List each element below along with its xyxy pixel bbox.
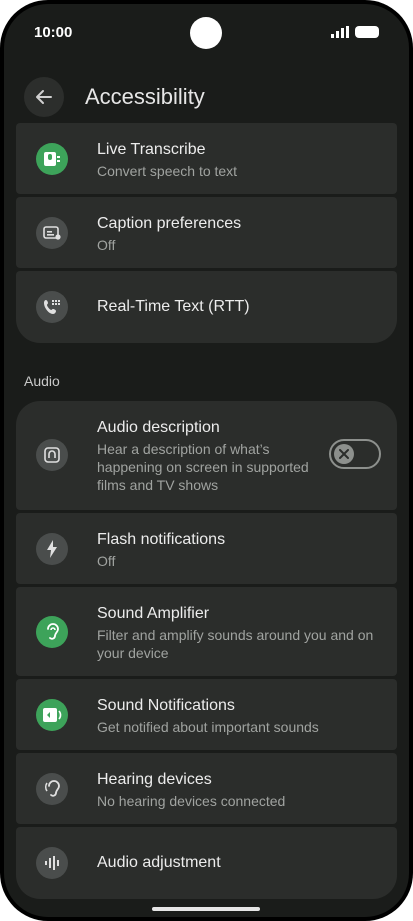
row-title: Flash notifications [97, 531, 226, 548]
status-bar: 10:00 [4, 4, 409, 64]
gesture-navigation-bar[interactable] [152, 907, 260, 911]
row-subtitle: Off [97, 553, 116, 569]
phone-frame: 10:00 Accessibility Live Transcribe Conv… [0, 0, 413, 921]
close-icon [339, 449, 349, 459]
back-button[interactable] [24, 77, 64, 117]
rtt-item[interactable]: Real-Time Text (RTT) [16, 271, 397, 343]
flash-icon [36, 533, 68, 565]
caption-icon [36, 217, 68, 249]
sound-notification-icon [36, 699, 68, 731]
screen: 10:00 Accessibility Live Transcribe Conv… [4, 4, 409, 917]
top-app-bar: Accessibility [4, 76, 409, 120]
row-title: Real-Time Text (RTT) [97, 298, 250, 315]
section-header-audio: Audio [24, 373, 60, 389]
hearing-devices-item[interactable]: Hearing devices No hearing devices conne… [16, 753, 397, 824]
toggle-knob [334, 444, 354, 464]
row-title: Sound Amplifier [97, 605, 210, 622]
row-title: Live Transcribe [97, 141, 206, 158]
audio-adjust-icon [36, 847, 68, 879]
audio-adjustment-item[interactable]: Audio adjustment [16, 827, 397, 899]
row-subtitle: Off [97, 237, 116, 253]
audio-description-icon [36, 439, 68, 471]
live-transcribe-item[interactable]: Live Transcribe Convert speech to text [16, 123, 397, 194]
live-transcribe-icon [36, 143, 68, 175]
row-title: Audio description [97, 419, 220, 436]
row-title: Audio adjustment [97, 854, 221, 871]
signal-icon [331, 26, 349, 38]
row-subtitle: Get notified about important sounds [97, 719, 319, 735]
status-time: 10:00 [34, 24, 73, 41]
flash-notifications-item[interactable]: Flash notifications Off [16, 513, 397, 584]
caption-preferences-item[interactable]: Caption preferences Off [16, 197, 397, 268]
row-title: Sound Notifications [97, 697, 235, 714]
sound-amplifier-item[interactable]: Sound Amplifier Filter and amplify sound… [16, 587, 397, 676]
row-subtitle: Filter and amplify sounds around you and… [97, 627, 374, 661]
camera-cutout [190, 17, 222, 49]
row-title: Hearing devices [97, 771, 212, 788]
row-subtitle: Convert speech to text [97, 163, 238, 179]
hearing-device-icon [36, 773, 68, 805]
rtt-icon [36, 291, 68, 323]
audio-description-item[interactable]: Audio description Hear a description of … [16, 401, 397, 510]
ear-icon [36, 616, 68, 648]
battery-icon [355, 26, 379, 38]
arrow-back-icon [36, 90, 52, 104]
system-icons [331, 26, 379, 38]
row-subtitle: No hearing devices connected [97, 793, 286, 809]
row-subtitle: Hear a description of what’s happening o… [97, 441, 309, 493]
audio-description-toggle[interactable] [329, 439, 381, 469]
sound-notifications-item[interactable]: Sound Notifications Get notified about i… [16, 679, 397, 750]
page-title: Accessibility [85, 84, 205, 109]
row-title: Caption preferences [97, 215, 242, 232]
